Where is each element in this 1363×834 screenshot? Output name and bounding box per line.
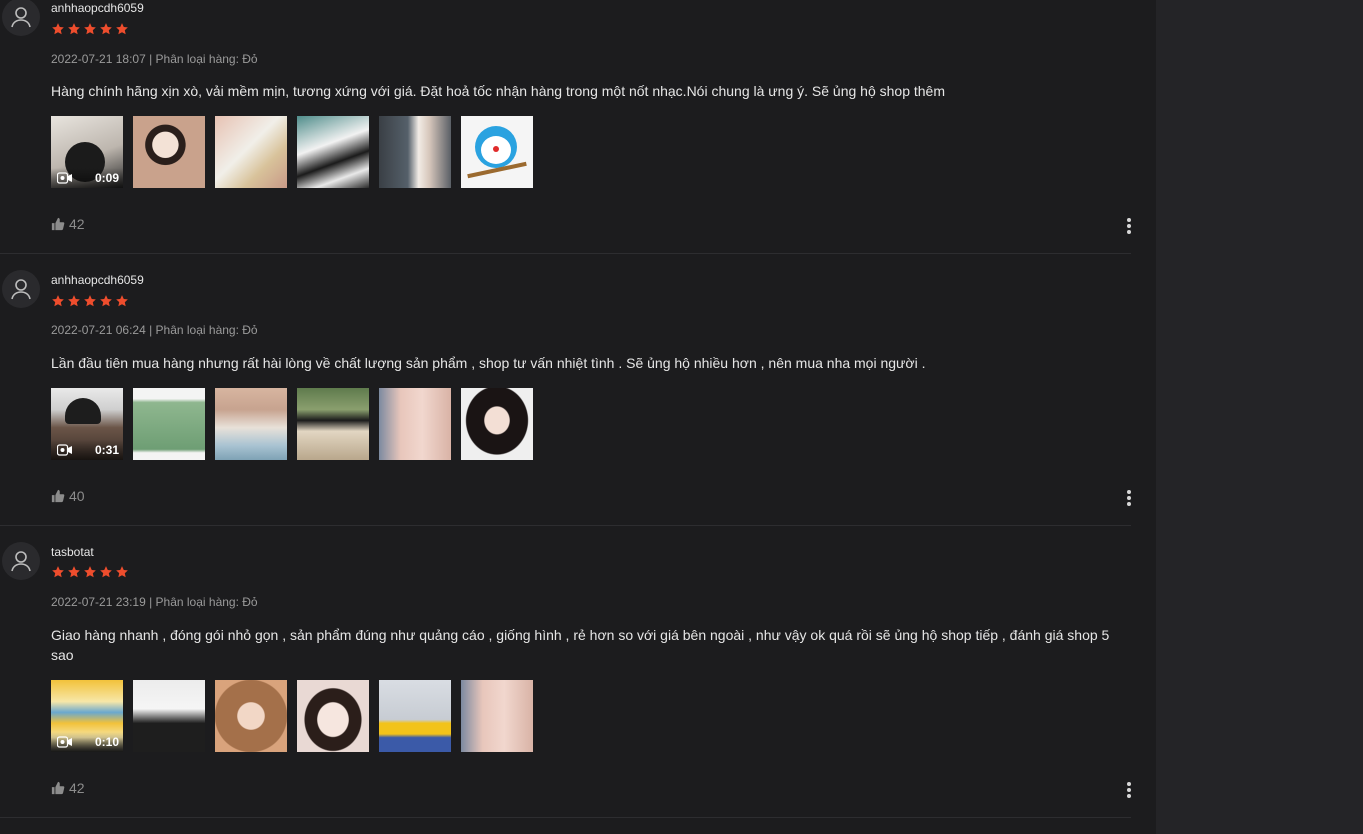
thumbs-up-icon bbox=[51, 781, 65, 795]
star-icon bbox=[52, 23, 64, 35]
review-meta: 2022-07-21 06:24 | Phân loại hàng: Đỏ bbox=[51, 323, 258, 337]
review-meta: 2022-07-21 18:07 | Phân loại hàng: Đỏ bbox=[51, 52, 258, 66]
divider bbox=[0, 817, 1131, 818]
reviewer-username[interactable]: anhhaopcdh6059 bbox=[51, 273, 144, 287]
review-photo[interactable] bbox=[297, 680, 369, 752]
review-photo[interactable] bbox=[379, 388, 451, 460]
reviewer-username[interactable]: anhhaopcdh6059 bbox=[51, 1, 144, 15]
review-item: anhhaopcdh6059 2022-07-21 18:07 | Phân l… bbox=[0, 0, 1131, 254]
star-icon bbox=[52, 566, 64, 578]
rating-stars bbox=[51, 22, 129, 36]
star-icon bbox=[84, 295, 96, 307]
review-photo[interactable] bbox=[133, 388, 205, 460]
star-icon bbox=[84, 566, 96, 578]
star-icon bbox=[84, 23, 96, 35]
review-meta: 2022-07-21 23:19 | Phân loại hàng: Đỏ bbox=[51, 595, 258, 609]
review-media: 0:10 bbox=[51, 680, 533, 752]
user-icon bbox=[11, 551, 31, 572]
video-camera-icon bbox=[57, 444, 72, 456]
review-list: anhhaopcdh6059 2022-07-21 18:07 | Phân l… bbox=[0, 0, 1156, 834]
review-comment: Hàng chính hãng xịn xò, vải mềm mịn, tươ… bbox=[51, 83, 945, 99]
dot-icon bbox=[1127, 782, 1131, 786]
video-thumbnail[interactable]: 0:10 bbox=[51, 680, 123, 752]
dot-icon bbox=[1127, 224, 1131, 228]
star-icon bbox=[116, 295, 128, 307]
user-icon bbox=[11, 279, 31, 300]
star-icon bbox=[116, 23, 128, 35]
dot-icon bbox=[1127, 218, 1131, 222]
like-count: 40 bbox=[69, 488, 85, 504]
like-button[interactable]: 42 bbox=[51, 780, 85, 796]
rating-stars bbox=[51, 294, 129, 308]
review-photo[interactable] bbox=[461, 680, 533, 752]
video-duration: 0:10 bbox=[94, 735, 119, 749]
star-icon bbox=[68, 566, 80, 578]
video-overlay: 0:10 bbox=[51, 732, 123, 752]
avatar[interactable] bbox=[2, 0, 40, 36]
review-item: tasbotat 2022-07-21 23:19 | Phân loại hà… bbox=[0, 526, 1131, 818]
video-camera-icon bbox=[57, 172, 72, 184]
more-options-button[interactable] bbox=[1120, 489, 1138, 507]
star-icon bbox=[52, 295, 64, 307]
more-options-button[interactable] bbox=[1120, 217, 1138, 235]
star-icon bbox=[68, 23, 80, 35]
star-icon bbox=[100, 23, 112, 35]
review-photo[interactable] bbox=[297, 388, 369, 460]
thumbs-up-icon bbox=[51, 217, 65, 231]
review-photo[interactable] bbox=[461, 388, 533, 460]
video-overlay: 0:09 bbox=[51, 168, 123, 188]
review-photo[interactable] bbox=[215, 388, 287, 460]
dot-icon bbox=[1127, 490, 1131, 494]
review-photo[interactable] bbox=[297, 116, 369, 188]
star-icon bbox=[116, 566, 128, 578]
like-count: 42 bbox=[69, 780, 85, 796]
video-thumbnail[interactable]: 0:31 bbox=[51, 388, 123, 460]
thumbs-up-icon bbox=[51, 489, 65, 503]
dot-icon bbox=[1127, 230, 1131, 234]
dot-icon bbox=[1127, 502, 1131, 506]
dot-icon bbox=[1127, 788, 1131, 792]
video-duration: 0:09 bbox=[94, 171, 119, 185]
review-comment: Giao hàng nhanh , đóng gói nhỏ gọn , sản… bbox=[51, 627, 1110, 663]
like-button[interactable]: 42 bbox=[51, 216, 85, 232]
review-media: 0:31 bbox=[51, 388, 533, 460]
review-media: 0:09 bbox=[51, 116, 533, 188]
more-options-button[interactable] bbox=[1120, 781, 1138, 799]
star-icon bbox=[100, 566, 112, 578]
review-comment: Lần đầu tiên mua hàng nhưng rất hài lòng… bbox=[51, 355, 926, 371]
avatar[interactable] bbox=[2, 542, 40, 580]
like-count: 42 bbox=[69, 216, 85, 232]
rating-stars bbox=[51, 565, 129, 579]
star-icon bbox=[68, 295, 80, 307]
reviewer-username[interactable]: tasbotat bbox=[51, 545, 94, 559]
video-duration: 0:31 bbox=[94, 443, 119, 457]
video-thumbnail[interactable]: 0:09 bbox=[51, 116, 123, 188]
dot-icon bbox=[1127, 496, 1131, 500]
review-photo[interactable] bbox=[215, 680, 287, 752]
review-photo[interactable] bbox=[461, 116, 533, 188]
review-photo[interactable] bbox=[215, 116, 287, 188]
like-button[interactable]: 40 bbox=[51, 488, 85, 504]
video-overlay: 0:31 bbox=[51, 440, 123, 460]
user-icon bbox=[11, 7, 31, 28]
avatar[interactable] bbox=[2, 270, 40, 308]
review-item: anhhaopcdh6059 2022-07-21 06:24 | Phân l… bbox=[0, 254, 1131, 526]
dot-icon bbox=[1127, 794, 1131, 798]
video-camera-icon bbox=[57, 736, 72, 748]
review-photo[interactable] bbox=[379, 116, 451, 188]
review-photo[interactable] bbox=[133, 116, 205, 188]
right-sidebar bbox=[1156, 0, 1363, 834]
review-photo[interactable] bbox=[379, 680, 451, 752]
review-photo[interactable] bbox=[133, 680, 205, 752]
star-icon bbox=[100, 295, 112, 307]
